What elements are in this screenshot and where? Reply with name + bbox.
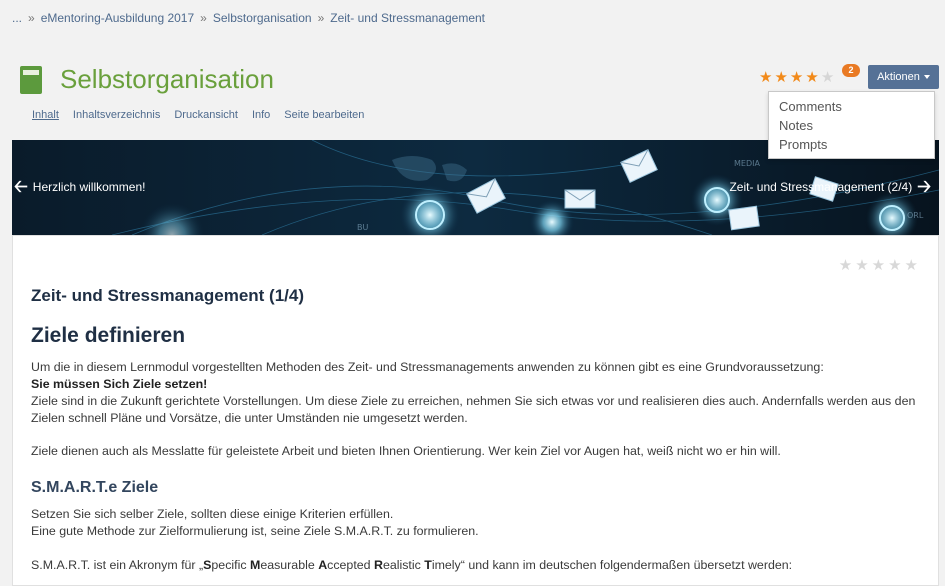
menu-item-comments[interactable]: Comments bbox=[779, 97, 934, 116]
prev-page-label: Herzlich willkommen! bbox=[32, 180, 146, 194]
tab-inhalt[interactable]: Inhalt bbox=[32, 109, 59, 121]
criteria-line-2: Eine gute Methode zur Zielformulierung i… bbox=[31, 524, 479, 538]
actions-menu: Comments Notes Prompts bbox=[768, 91, 935, 159]
star-icon[interactable]: ★ bbox=[805, 70, 818, 85]
star-empty-icon[interactable]: ★ bbox=[821, 70, 834, 85]
criteria-line-1: Setzen Sie sich selber Ziele, sollten di… bbox=[31, 507, 394, 521]
smart-word-a: ccepted bbox=[327, 558, 374, 572]
rating-count-badge: 2 bbox=[842, 64, 860, 77]
page-rating: ★ ★ ★ ★ ★ bbox=[759, 70, 834, 85]
caret-down-icon bbox=[923, 75, 930, 80]
tab-inhaltsverzeichnis[interactable]: Inhaltsverzeichnis bbox=[73, 109, 160, 121]
page-title: Selbstorganisation bbox=[60, 64, 274, 94]
page-header: Selbstorganisation bbox=[20, 64, 274, 95]
smart-initial-r: R bbox=[373, 558, 383, 572]
intro-rest-text: Ziele sind in die Zukunft gerichtete Vor… bbox=[31, 394, 916, 425]
star-empty-icon[interactable]: ★ bbox=[839, 258, 852, 273]
section-title: Zeit- und Stressmanagement (1/4) bbox=[31, 286, 305, 305]
star-empty-icon[interactable]: ★ bbox=[872, 258, 885, 273]
smart-prefix: S.M.A.R.T. ist ein Akronym für „ bbox=[31, 558, 204, 572]
svg-text:BU: BU bbox=[357, 223, 368, 232]
content-heading: Ziele definieren bbox=[31, 324, 186, 347]
intro-text: Um die in diesem Lernmodul vorgestellten… bbox=[31, 360, 824, 374]
prev-page-link[interactable]: 🡠 Herzlich willkommen! bbox=[14, 177, 146, 196]
tab-seite-bearbeiten[interactable]: Seite bearbeiten bbox=[284, 109, 364, 121]
paragraph-intro: Um die in diesem Lernmodul vorgestellten… bbox=[31, 359, 921, 427]
smart-initial-m: M bbox=[249, 558, 261, 572]
smart-word-s: pecific bbox=[211, 558, 250, 572]
breadcrumb-separator: » bbox=[200, 11, 207, 25]
breadcrumb-separator: » bbox=[317, 11, 325, 25]
breadcrumb-current[interactable]: Zeit- und Stressmanagement bbox=[330, 11, 485, 25]
menu-item-notes[interactable]: Notes bbox=[779, 116, 934, 135]
breadcrumb: ... » eMentoring-Ausbildung 2017 » Selbstorg… bbox=[12, 11, 485, 25]
breadcrumb-course[interactable]: eMentoring-Ausbildung 2017 bbox=[41, 11, 194, 25]
content-subheading: S.M.A.R.T.e Ziele bbox=[31, 479, 159, 496]
svg-text:MEDIA: MEDIA bbox=[734, 159, 760, 168]
paragraph-orientation: Ziele dienen auch als Messlatte für gele… bbox=[31, 444, 781, 458]
content-rating: ★ ★ ★ ★ ★ bbox=[839, 258, 918, 273]
breadcrumb-module[interactable]: Selbstorganisation bbox=[213, 11, 312, 25]
star-empty-icon[interactable]: ★ bbox=[855, 258, 868, 273]
star-empty-icon[interactable]: ★ bbox=[905, 258, 918, 273]
actions-button[interactable]: Aktionen bbox=[868, 65, 939, 89]
next-page-link[interactable]: Zeit- und Stressmanagement (2/4) 🡢 bbox=[729, 177, 931, 196]
tab-info[interactable]: Info bbox=[252, 109, 270, 121]
breadcrumb-separator: » bbox=[28, 11, 35, 25]
smart-initial-t: T bbox=[424, 558, 432, 572]
smart-word-r: ealistic bbox=[382, 558, 425, 572]
tab-druckansicht[interactable]: Druckansicht bbox=[174, 109, 238, 121]
smart-word-m: easurable bbox=[260, 558, 319, 572]
smart-word-t: imely bbox=[431, 558, 461, 572]
paragraph-criteria: Setzen Sie sich selber Ziele, sollten di… bbox=[31, 506, 921, 540]
arrow-right-icon: 🡢 bbox=[917, 177, 931, 196]
svg-text:ORL: ORL bbox=[907, 211, 924, 220]
menu-item-prompts[interactable]: Prompts bbox=[779, 135, 934, 154]
star-icon[interactable]: ★ bbox=[774, 70, 787, 85]
star-icon[interactable]: ★ bbox=[790, 70, 803, 85]
book-icon bbox=[20, 65, 42, 94]
arrow-left-icon: 🡠 bbox=[14, 177, 28, 196]
breadcrumb-ellipsis[interactable]: ... bbox=[12, 11, 22, 25]
content-tabs: Inhalt Inhaltsverzeichnis Druckansicht I… bbox=[32, 109, 364, 121]
smart-initial-a: A bbox=[318, 558, 328, 572]
star-icon[interactable]: ★ bbox=[759, 70, 772, 85]
paragraph-smart: S.M.A.R.T. ist ein Akronym für „Specific… bbox=[31, 557, 921, 574]
star-empty-icon[interactable]: ★ bbox=[888, 258, 901, 273]
page-content: ★ ★ ★ ★ ★ Zeit- und Stressmanagement (1/… bbox=[12, 235, 939, 586]
next-page-label: Zeit- und Stressmanagement (2/4) bbox=[729, 180, 913, 194]
actions-label: Aktionen bbox=[877, 71, 920, 83]
intro-bold-text: Sie müssen Sich Ziele setzen! bbox=[31, 377, 208, 391]
smart-suffix: “ und kann im deutschen folgendermaßen ü… bbox=[460, 558, 793, 572]
